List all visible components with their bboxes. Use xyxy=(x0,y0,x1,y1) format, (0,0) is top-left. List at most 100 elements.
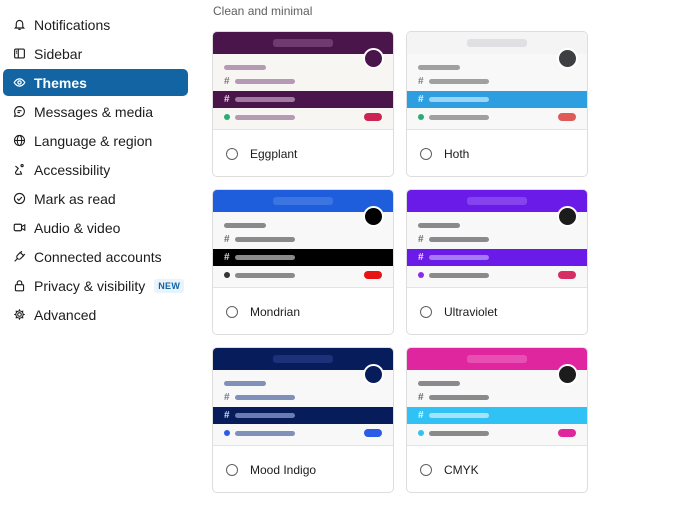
preview-bar xyxy=(429,273,489,278)
theme-label-row[interactable]: Eggplant xyxy=(213,130,393,176)
eye-icon xyxy=(12,76,26,90)
preview-row-active: # xyxy=(407,407,587,424)
preview-row: # xyxy=(407,231,587,248)
video-icon xyxy=(12,221,26,235)
theme-name: Ultraviolet xyxy=(444,304,498,319)
preview-search xyxy=(467,355,527,363)
mention-pill xyxy=(364,113,382,121)
theme-label-row[interactable]: Mood Indigo xyxy=(213,446,393,492)
section-title: Clean and minimal xyxy=(213,4,313,18)
mention-pill xyxy=(558,429,576,437)
sidebar-item-label: Messages & media xyxy=(34,103,154,120)
sidebar-item-themes[interactable]: Themes xyxy=(3,69,188,96)
preview-bar xyxy=(235,395,295,400)
preview-bar xyxy=(235,115,295,120)
preview-bar xyxy=(224,223,266,228)
status-dot xyxy=(224,272,230,278)
theme-label-row[interactable]: Ultraviolet xyxy=(407,288,587,334)
accessibility-icon xyxy=(12,163,26,177)
preview-search xyxy=(273,197,333,205)
lock-icon xyxy=(12,279,26,293)
theme-name: Hoth xyxy=(444,146,470,161)
theme-label-row[interactable]: Mondrian xyxy=(213,288,393,334)
preview-bar xyxy=(429,79,489,84)
theme-card-mondrian[interactable]: # # Mondrian xyxy=(212,189,394,335)
preview-bar xyxy=(429,413,489,418)
sidebar-item-sidebar[interactable]: Sidebar xyxy=(3,40,188,67)
theme-card-hoth[interactable]: # # Hoth xyxy=(406,31,588,177)
hash-icon: # xyxy=(418,392,424,403)
preview-row: # xyxy=(407,73,587,90)
sidebar-icon xyxy=(12,47,26,61)
sidebar-item-language-region[interactable]: Language & region xyxy=(3,127,188,154)
sidebar-item-label: Privacy & visibility xyxy=(34,277,146,294)
sidebar-item-advanced[interactable]: Advanced xyxy=(3,301,188,328)
preview-row: # xyxy=(407,389,587,406)
theme-radio[interactable] xyxy=(420,463,432,476)
sidebar-item-privacy-visibility[interactable]: Privacy & visibility NEW xyxy=(3,272,188,299)
preview-row-active: # xyxy=(213,91,393,108)
preview-bar xyxy=(224,65,266,70)
hash-icon: # xyxy=(224,392,230,403)
message-icon xyxy=(12,105,26,119)
plug-icon xyxy=(12,250,26,264)
sidebar-item-connected-accounts[interactable]: Connected accounts xyxy=(3,243,188,270)
sidebar-item-mark-as-read[interactable]: Mark as read xyxy=(3,185,188,212)
sidebar-item-audio-video[interactable]: Audio & video xyxy=(3,214,188,241)
preview-bar xyxy=(235,413,295,418)
theme-radio[interactable] xyxy=(420,147,432,160)
preview-bar xyxy=(429,431,489,436)
hash-icon: # xyxy=(418,234,424,245)
theme-radio[interactable] xyxy=(226,305,238,318)
theme-label-row[interactable]: CMYK xyxy=(407,446,587,492)
theme-label-row[interactable]: Hoth xyxy=(407,130,587,176)
sidebar-item-label: Connected accounts xyxy=(34,248,162,265)
preview-bar xyxy=(224,381,266,386)
preview-row-active: # xyxy=(407,91,587,108)
sidebar-item-accessibility[interactable]: Accessibility xyxy=(3,156,188,183)
preview-bar xyxy=(235,255,295,260)
check-circle-icon xyxy=(12,192,26,206)
status-dot xyxy=(224,430,230,436)
preview-bar xyxy=(429,237,489,242)
preview-bar xyxy=(235,79,295,84)
sidebar-item-label: Accessibility xyxy=(34,161,111,178)
theme-name: CMYK xyxy=(444,462,479,477)
mention-pill xyxy=(364,271,382,279)
preview-bar xyxy=(429,97,489,102)
preview-bar xyxy=(235,237,295,242)
sidebar-item-label: Notifications xyxy=(34,16,111,33)
preview-bar xyxy=(418,381,460,386)
preview-row-active: # xyxy=(213,407,393,424)
preview-bar xyxy=(429,115,489,120)
sidebar-item-label: Sidebar xyxy=(34,45,83,62)
sidebar-item-messages-media[interactable]: Messages & media xyxy=(3,98,188,125)
theme-name: Mondrian xyxy=(250,304,301,319)
theme-radio[interactable] xyxy=(226,463,238,476)
hash-icon: # xyxy=(418,94,424,105)
status-dot xyxy=(418,430,424,436)
preview-row xyxy=(407,109,587,126)
theme-radio[interactable] xyxy=(226,147,238,160)
preview-row xyxy=(213,267,393,284)
settings-sidebar: Notifications Sidebar Themes Messages & … xyxy=(3,11,188,330)
theme-card-cmyk[interactable]: # # CMYK xyxy=(406,347,588,493)
hash-icon: # xyxy=(224,94,230,105)
mention-pill xyxy=(558,113,576,121)
theme-preview: # # xyxy=(407,348,587,446)
theme-card-ultraviolet[interactable]: # # Ultraviolet xyxy=(406,189,588,335)
theme-card-mood-indigo[interactable]: # # Mood Indigo xyxy=(212,347,394,493)
mention-pill xyxy=(364,429,382,437)
theme-preview: # # xyxy=(213,190,393,288)
preview-row xyxy=(213,425,393,442)
status-dot xyxy=(224,114,230,120)
preview-bar xyxy=(235,273,295,278)
sidebar-item-notifications[interactable]: Notifications xyxy=(3,11,188,38)
sidebar-item-label: Language & region xyxy=(34,132,153,149)
hash-icon: # xyxy=(224,252,230,263)
preview-row xyxy=(213,109,393,126)
theme-card-eggplant[interactable]: # # Eggplant xyxy=(212,31,394,177)
theme-radio[interactable] xyxy=(420,305,432,318)
preview-bar xyxy=(418,223,460,228)
preview-bar xyxy=(418,65,460,70)
